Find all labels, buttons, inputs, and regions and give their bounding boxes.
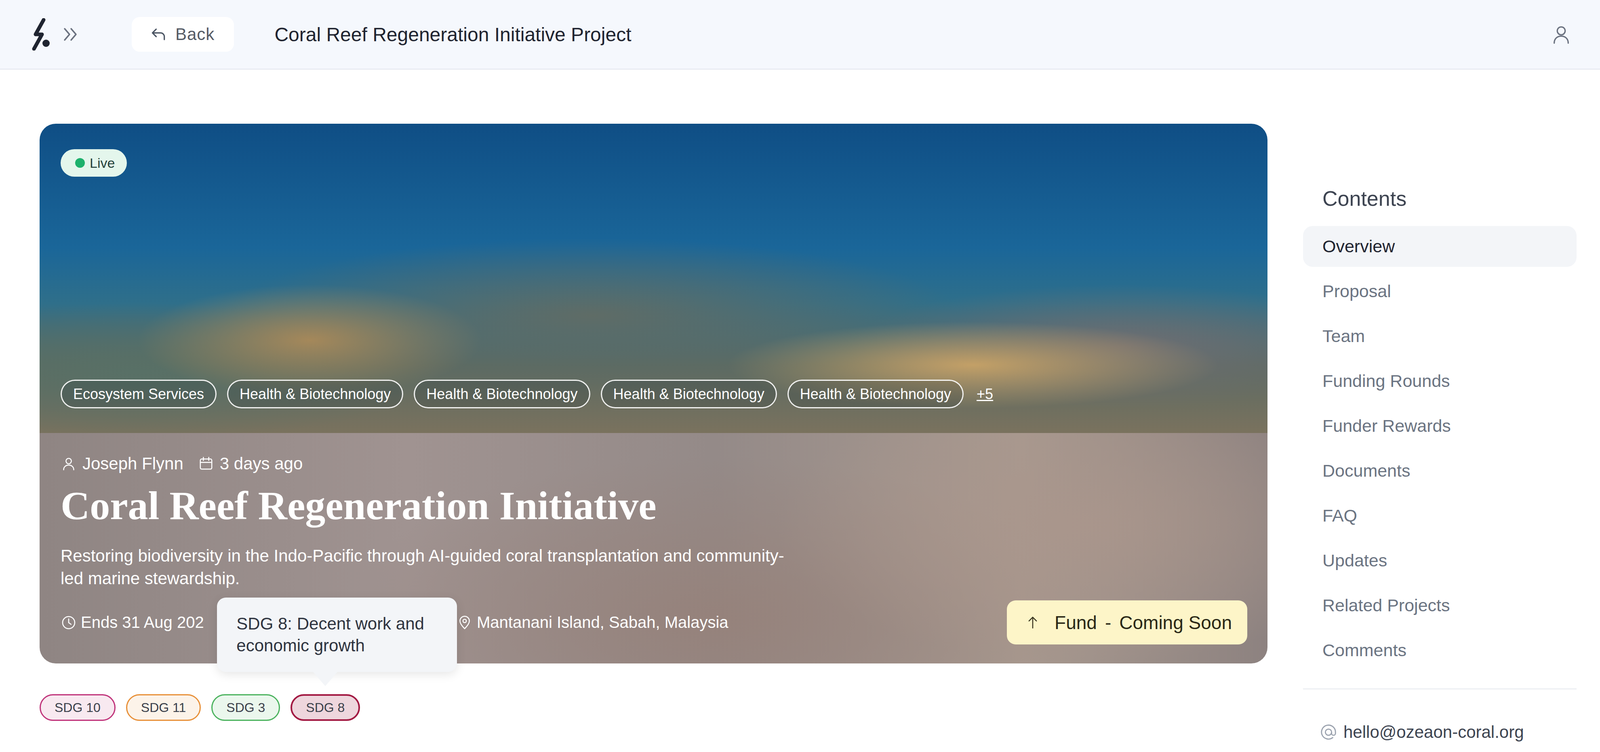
logo-icon[interactable]	[28, 18, 55, 51]
sdg-item: SDG 8SDG 8: Decent work and economic gro…	[290, 693, 360, 721]
project-title: Coral Reef Regeneration Initiative	[60, 481, 1248, 530]
fund-label: Fund	[1054, 611, 1097, 634]
sdg-item: SDG 11	[126, 693, 201, 721]
sdg-chip[interactable]: SDG 11	[126, 693, 201, 721]
content-area: Live Ecosystem Services Health & Biotechno…	[0, 69, 1600, 744]
calendar-icon	[197, 455, 215, 472]
contents-item[interactable]: Funder Rewards	[1303, 405, 1577, 447]
email-text: hello@ozeaon-coral.org	[1343, 722, 1525, 742]
sdg-chip[interactable]: SDG 3	[211, 693, 280, 721]
contents-item[interactable]: Documents	[1303, 450, 1577, 491]
return-arrow-icon	[149, 25, 168, 44]
contents-item[interactable]: Overview	[1303, 225, 1577, 267]
sdg-list: SDG 10 SDG 11 SDG 3 SDG 8SDG 8: Decent work…	[39, 693, 1268, 721]
tag: Health & Biotechnology	[413, 379, 590, 409]
fund-button[interactable]: Fund-Coming Soon	[1006, 600, 1248, 645]
contents-title: Contents	[1303, 184, 1577, 213]
page-title: Coral Reef Regeneration Initiative Proje…	[274, 23, 632, 46]
arrow-up-icon	[1024, 614, 1041, 631]
double-chevron-icon[interactable]	[60, 24, 80, 45]
page: Back Coral Reef Regeneration Initiative P…	[0, 0, 1600, 752]
byline: Joseph Flynn 3 days ago	[60, 452, 1248, 475]
project-description: Restoring biodiversity in the Indo-Pacif…	[60, 544, 796, 590]
back-button[interactable]: Back	[131, 16, 234, 52]
clock-icon	[60, 614, 77, 631]
contents-sidebar: Contents OverviewProposalTeamFunding Roun…	[1303, 123, 1577, 744]
tag-list: Ecosystem Services Health & Biotechnology…	[60, 379, 994, 409]
tag: Health & Biotechnology	[787, 379, 964, 409]
back-label: Back	[175, 24, 215, 45]
status-badge: Live	[60, 149, 127, 177]
sdg-item: SDG 10	[39, 693, 116, 721]
brand	[28, 18, 80, 51]
top-bar: Back Coral Reef Regeneration Initiative P…	[0, 0, 1600, 70]
contents-item[interactable]: Team	[1303, 315, 1577, 357]
author: Joseph Flynn	[82, 453, 184, 474]
location-text: Mantanani Island, Sabah, Malaysia	[476, 612, 729, 632]
main-column: Live Ecosystem Services Health & Biotechno…	[39, 123, 1268, 721]
contents-list: OverviewProposalTeamFunding RoundsFunder…	[1303, 225, 1577, 671]
contents-item[interactable]: Funding Rounds	[1303, 360, 1577, 402]
contents-item[interactable]: Proposal	[1303, 270, 1577, 312]
divider	[1303, 688, 1577, 689]
hero-card: Live Ecosystem Services Health & Biotechno…	[39, 123, 1268, 664]
tooltip-arrow	[313, 671, 338, 686]
sdg-item: SDG 3	[211, 693, 280, 721]
hero-image: Live Ecosystem Services Health & Biotechno…	[39, 123, 1268, 433]
contents-item[interactable]: Related Projects	[1303, 584, 1577, 626]
contact-email[interactable]: hello@ozeaon-coral.org	[1303, 719, 1577, 744]
tag: Ecosystem Services	[60, 379, 217, 409]
tag: Health & Biotechnology	[227, 379, 404, 409]
at-sign-icon	[1319, 722, 1338, 742]
tooltip-text: SDG 8: Decent work and economic growth	[236, 613, 425, 655]
status-label: Live	[89, 155, 115, 171]
fund-status: Coming Soon	[1119, 611, 1232, 634]
posted-date: 3 days ago	[219, 453, 304, 474]
sdg-chip[interactable]: SDG 10	[39, 693, 116, 721]
contents-item[interactable]: FAQ	[1303, 494, 1577, 536]
fund-separator: -	[1105, 611, 1112, 634]
user-icon[interactable]	[1550, 23, 1572, 45]
location: Mantanani Island, Sabah, Malaysia	[456, 612, 729, 632]
pin-icon	[456, 614, 473, 631]
sdg-chip[interactable]: SDG 8	[290, 693, 360, 721]
status-dot	[75, 157, 85, 168]
contents-item[interactable]: Comments	[1303, 629, 1577, 671]
tag: Health & Biotechnology	[600, 379, 777, 409]
sdg-tooltip: SDG 8: Decent work and economic growth	[216, 597, 457, 672]
contents-item[interactable]: Updates	[1303, 539, 1577, 581]
person-icon	[60, 455, 77, 472]
end-date-text: Ends 31 Aug 202	[80, 612, 205, 632]
more-tags[interactable]: +5	[976, 385, 994, 403]
